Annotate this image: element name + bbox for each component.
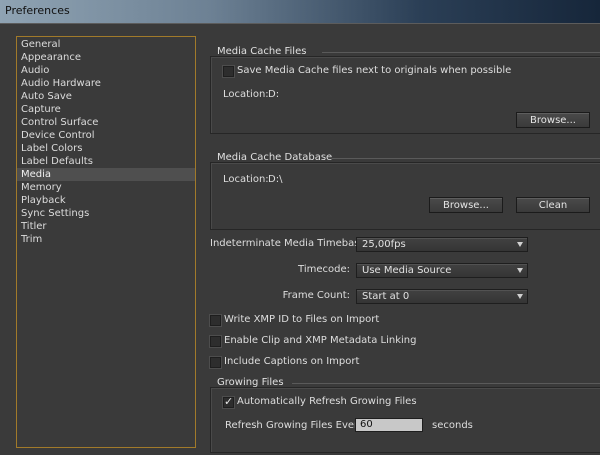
category-item-auto-save[interactable]: Auto Save	[17, 90, 195, 103]
refresh-every-label: Refresh Growing Files Every	[225, 420, 365, 431]
category-item-device-control[interactable]: Device Control	[17, 129, 195, 142]
timebase-value: 25,00fps	[362, 239, 406, 250]
cache-database-location-value: D:\	[268, 174, 283, 185]
timebase-label: Indeterminate Media Timebase:	[210, 238, 369, 249]
category-item-audio-hardware[interactable]: Audio Hardware	[17, 77, 195, 90]
category-item-memory[interactable]: Memory	[17, 181, 195, 194]
category-item-sync-settings[interactable]: Sync Settings	[17, 207, 195, 220]
auto-refresh-label: Automatically Refresh Growing Files	[237, 396, 417, 407]
frame-count-value: Start at 0	[362, 291, 410, 302]
chevron-down-icon	[517, 242, 523, 247]
timecode-select[interactable]: Use Media Source	[356, 263, 528, 278]
cache-database-browse-button[interactable]: Browse...	[429, 197, 503, 213]
category-item-control-surface[interactable]: Control Surface	[17, 116, 195, 129]
window-title: Preferences	[5, 4, 70, 17]
cache-database-clean-button[interactable]: Clean	[516, 197, 590, 213]
media-settings-panel: Media Cache Files Save Media Cache files…	[210, 36, 600, 454]
category-item-capture[interactable]: Capture	[17, 103, 195, 116]
refresh-interval-input[interactable]: 60	[355, 418, 423, 432]
cache-files-location-value: D:	[268, 89, 280, 100]
seconds-label: seconds	[432, 420, 473, 431]
category-item-titler[interactable]: Titler	[17, 220, 195, 233]
category-item-trim[interactable]: Trim	[17, 233, 195, 246]
category-item-label-colors[interactable]: Label Colors	[17, 142, 195, 155]
category-item-appearance[interactable]: Appearance	[17, 51, 195, 64]
category-item-audio[interactable]: Audio	[17, 64, 195, 77]
write-xmp-label: Write XMP ID to Files on Import	[224, 314, 380, 325]
frame-count-select[interactable]: Start at 0	[356, 289, 528, 304]
clip-xmp-linking-label: Enable Clip and XMP Metadata Linking	[224, 335, 417, 346]
include-captions-label: Include Captions on Import	[224, 356, 360, 367]
category-item-label-defaults[interactable]: Label Defaults	[17, 155, 195, 168]
write-xmp-checkbox[interactable]	[210, 315, 221, 326]
group-divider	[332, 158, 600, 159]
timebase-select[interactable]: 25,00fps	[356, 237, 528, 252]
title-bar[interactable]: Preferences	[0, 0, 600, 23]
include-captions-checkbox[interactable]	[210, 357, 221, 368]
save-cache-next-to-originals-checkbox[interactable]	[223, 66, 234, 77]
clip-xmp-linking-checkbox[interactable]	[210, 336, 221, 347]
cache-database-location-label: Location:	[223, 174, 269, 185]
category-list[interactable]: General Appearance Audio Audio Hardware Auto…	[16, 36, 196, 448]
timecode-label: Timecode:	[298, 264, 350, 275]
category-item-playback[interactable]: Playback	[17, 194, 195, 207]
auto-refresh-checkbox[interactable]	[223, 395, 234, 408]
chevron-down-icon	[517, 294, 523, 299]
save-cache-next-to-originals-label: Save Media Cache files next to originals…	[237, 65, 512, 76]
cache-files-location-label: Location:	[223, 89, 269, 100]
category-item-media[interactable]: Media	[17, 168, 195, 181]
chevron-down-icon	[517, 268, 523, 273]
group-divider	[292, 383, 600, 384]
group-divider	[322, 52, 600, 53]
timecode-value: Use Media Source	[362, 265, 452, 276]
cache-files-browse-button[interactable]: Browse...	[516, 112, 590, 128]
frame-count-label: Frame Count:	[282, 290, 350, 301]
category-item-general[interactable]: General	[17, 38, 195, 51]
media-cache-database-group	[210, 162, 600, 230]
